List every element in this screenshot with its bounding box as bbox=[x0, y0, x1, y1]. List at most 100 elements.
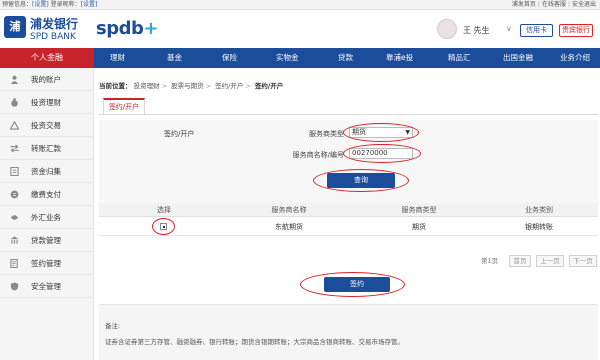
caret-down-icon: ▼ bbox=[405, 129, 410, 136]
cell-provider-type: 期货 bbox=[412, 223, 426, 231]
payment-icon bbox=[10, 190, 19, 199]
spdb-plus-brand[interactable]: spdb+ bbox=[96, 18, 158, 39]
nav-item-physical-gold[interactable]: 实物金 bbox=[276, 48, 299, 68]
bank-name-en: SPD BANK bbox=[30, 32, 76, 42]
cell-provider-name: 东航期货 bbox=[275, 223, 303, 231]
nav-item-overseas[interactable]: 出国金融 bbox=[503, 48, 533, 68]
top-info-left: 预留信息：[设置] 登录昵称：[设置] bbox=[2, 0, 97, 10]
col-provider-type: 服务商类型 bbox=[401, 206, 437, 214]
sidebar-item-label: 缴费支付 bbox=[31, 190, 61, 199]
document-icon bbox=[10, 167, 19, 176]
brand-text: spdb bbox=[96, 18, 144, 39]
query-button[interactable]: 查询 bbox=[327, 173, 395, 188]
cell-business-category: 银期转账 bbox=[525, 223, 553, 231]
user-name: 王 先生 bbox=[463, 26, 490, 35]
sidebar-item-label: 投资交易 bbox=[31, 121, 61, 130]
sidebar-item-label: 签约管理 bbox=[31, 259, 61, 268]
shield-icon bbox=[10, 282, 19, 291]
user-icon bbox=[10, 75, 19, 84]
spd-logo-icon[interactable]: 浦 bbox=[4, 16, 26, 38]
nav-item-business-intro[interactable]: 业务介绍 bbox=[560, 48, 590, 68]
forex-icon bbox=[10, 215, 19, 220]
nav-item-e-invest[interactable]: 靠浦e投 bbox=[386, 48, 413, 68]
sidebar-item-loan-management[interactable]: 贷款管理 bbox=[0, 229, 94, 252]
provider-type-label: 服务商类型 bbox=[309, 130, 344, 138]
note-title: 备注: bbox=[105, 322, 121, 330]
first-page-button[interactable]: 首页 bbox=[509, 255, 531, 267]
sidebar-item-wealth[interactable]: 投资理财 bbox=[0, 91, 94, 114]
tab-divider bbox=[99, 114, 598, 115]
transfer-icon bbox=[10, 144, 19, 153]
sidebar-item-my-account[interactable]: 我的账户 bbox=[0, 68, 94, 91]
sidebar-item-forex[interactable]: 外汇业务 bbox=[0, 206, 94, 229]
next-page-button[interactable]: 下一页 bbox=[569, 255, 597, 267]
top-info-right: 浦发首页 | 在线客服 | 安全退出 bbox=[511, 1, 596, 8]
note-text: 证券含证券第三方存管、融资融券、银行转账；期货含银期转账；大宗商品含银商转账、交… bbox=[105, 338, 404, 346]
sidebar-item-label: 转账汇款 bbox=[31, 144, 61, 153]
logout-link[interactable]: 安全退出 bbox=[572, 1, 596, 8]
tab-open-account[interactable]: 签约/开户 bbox=[103, 98, 145, 115]
row-select-radio[interactable] bbox=[160, 223, 167, 230]
sidebar-item-trading[interactable]: 投资交易 bbox=[0, 114, 94, 137]
nav-personal-finance[interactable]: 个人金融 bbox=[0, 48, 94, 68]
sidebar-item-payments[interactable]: 缴费支付 bbox=[0, 183, 94, 206]
breadcrumb: 当前位置： 投资理财 > 股票与期货 > 签约/开户 > 签约/开户 bbox=[99, 82, 284, 90]
breadcrumb-item[interactable]: 签约/开户 bbox=[215, 82, 243, 90]
prev-page-button[interactable]: 上一页 bbox=[536, 255, 564, 267]
sidebar-item-label: 资金归集 bbox=[31, 167, 61, 176]
provider-name-label: 服务商名称/编号 bbox=[292, 151, 344, 159]
nav-item-loans[interactable]: 贷款 bbox=[338, 48, 353, 68]
money-bag-icon bbox=[11, 98, 18, 107]
breadcrumb-label: 当前位置： bbox=[99, 82, 132, 90]
breadcrumb-item[interactable]: 股票与期货 bbox=[171, 82, 204, 90]
table-header: 选择 服务商名称 服务商类型 业务类别 bbox=[99, 203, 598, 217]
form-title: 签约/开户 bbox=[164, 130, 195, 138]
provider-name-input[interactable]: 00270000 bbox=[349, 148, 413, 159]
sidebar: 我的账户 投资理财 投资交易 转账汇款 资金归集 缴费支付 外汇业务 贷款管理 … bbox=[0, 68, 94, 360]
sidebar-item-label: 我的账户 bbox=[31, 75, 61, 84]
nav-item-insurance[interactable]: 保险 bbox=[222, 48, 237, 68]
reserved-info-set-link[interactable]: [设置] bbox=[32, 1, 49, 8]
table-row[interactable]: 东航期货 期货 银期转账 bbox=[99, 218, 598, 236]
contract-icon bbox=[10, 259, 18, 268]
brand-plus: + bbox=[143, 18, 158, 39]
sidebar-item-label: 投资理财 bbox=[31, 98, 61, 107]
bank-building-icon bbox=[10, 236, 19, 244]
nickname-label: 登录昵称： bbox=[50, 1, 81, 8]
chevron-down-icon[interactable]: ∨ bbox=[506, 24, 512, 33]
trade-triangle-icon bbox=[10, 121, 19, 130]
main-nav: 个人金融 理财 基金 保险 实物金 贷款 靠浦e投 精品汇 出国金融 业务介绍 bbox=[0, 48, 600, 68]
bank-name-cn: 浦发银行 bbox=[30, 17, 79, 31]
reserved-info-label: 预留信息： bbox=[2, 1, 33, 8]
header: 浦 浦发银行 SPD BANK spdb+ 王 先生 ∨ 信用卡 贵宾银行 bbox=[0, 10, 600, 48]
pagination: 第1页 首页 上一页 下一页 bbox=[95, 255, 600, 267]
credit-card-button[interactable]: 信用卡 bbox=[520, 24, 553, 37]
main-content: 当前位置： 投资理财 > 股票与期货 > 签约/开户 > 签约/开户 签约/开户 签约… bbox=[95, 68, 600, 360]
col-business-category: 业务类别 bbox=[525, 206, 553, 214]
sidebar-item-contract-management[interactable]: 签约管理 bbox=[0, 252, 94, 275]
online-service-link[interactable]: 在线客服 bbox=[542, 1, 566, 8]
sidebar-item-label: 贷款管理 bbox=[31, 236, 61, 245]
page-indicator: 第1页 bbox=[481, 257, 499, 265]
spdb-home-link[interactable]: 浦发首页 bbox=[512, 1, 536, 8]
provider-type-value: 期货 bbox=[352, 128, 366, 136]
col-provider-name: 服务商名称 bbox=[271, 206, 307, 214]
query-form: 签约/开户 服务商类型 期货 ▼ 服务商名称/编号 00270000 查询 bbox=[99, 120, 598, 210]
top-info-bar: 预留信息：[设置] 登录昵称：[设置] 浦发首页 | 在线客服 | 安全退出 bbox=[0, 0, 600, 10]
vip-bank-button[interactable]: 贵宾银行 bbox=[559, 24, 593, 37]
sidebar-item-fund-collection[interactable]: 资金归集 bbox=[0, 160, 94, 183]
sign-button[interactable]: 签约 bbox=[324, 277, 390, 292]
avatar[interactable] bbox=[437, 19, 457, 39]
note-area: 备注: 证券含证券第三方存管、融资融券、银行转账；期货含银期转账；大宗商品含银商… bbox=[99, 304, 598, 360]
sidebar-item-transfer[interactable]: 转账汇款 bbox=[0, 137, 94, 160]
nav-item-wealth[interactable]: 理财 bbox=[110, 48, 125, 68]
nav-item-boutique[interactable]: 精品汇 bbox=[448, 48, 471, 68]
nickname-set-link[interactable]: [设置] bbox=[81, 1, 98, 8]
col-select: 选择 bbox=[157, 206, 171, 214]
nav-item-funds[interactable]: 基金 bbox=[167, 48, 182, 68]
sidebar-item-label: 外汇业务 bbox=[31, 213, 61, 222]
breadcrumb-item[interactable]: 投资理财 bbox=[134, 82, 160, 90]
sidebar-item-security[interactable]: 安全管理 bbox=[0, 275, 94, 298]
sidebar-item-label: 安全管理 bbox=[31, 282, 61, 291]
provider-type-select[interactable]: 期货 ▼ bbox=[349, 127, 413, 138]
